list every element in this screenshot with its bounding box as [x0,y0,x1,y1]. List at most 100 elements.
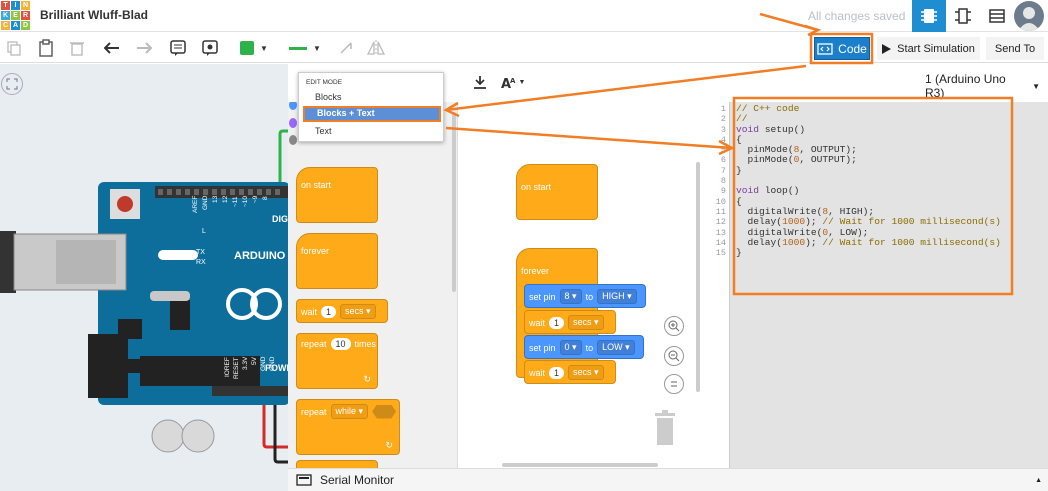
workspace-on-start-block[interactable]: on start [516,164,598,220]
category-dot-blue[interactable] [289,102,297,110]
download-icon [474,76,486,89]
serial-monitor-label: Serial Monitor [320,473,395,487]
workspace-set-pin-block-2[interactable]: set pin 0 ▾ to LOW ▾ [524,335,644,359]
fill-color-swatch [240,41,255,55]
line-number: 14 [715,237,726,248]
edit-mode-blocks[interactable]: Blocks [303,90,441,104]
list-icon [989,9,1005,23]
line-number-gutter: 1 2 3 4 5 6 7 8 9 10 11 12 13 14 15 [704,102,730,468]
copy-button[interactable] [4,36,24,60]
rotate-button[interactable] [336,36,356,60]
set-pin-1-pin: 8 [564,291,570,301]
board-brand-label: ARDUINO [234,250,286,262]
logo-letter: T [1,1,10,10]
download-code-button[interactable] [470,72,490,92]
set-pin-2-value-dropdown[interactable]: LOW ▾ [597,340,635,355]
set-pin-1-row: set pin 8 ▾ to HIGH ▾ [529,289,637,304]
circuit-canvas[interactable]: ARDUINO DIG POWE TX RX L AREF GND 13 12 ~11 ~… [0,64,293,491]
wire-color-picker[interactable]: ▼ [285,36,325,60]
wait-unit-dropdown[interactable]: secs ▾ [340,304,376,319]
edit-mode-header: EDIT MODE [306,79,342,86]
wait-2-row: wait 1 secs ▾ [529,365,604,380]
circuit-view-button[interactable] [912,0,946,32]
code-button[interactable]: Code [814,37,870,60]
workspace-set-pin-block-1[interactable]: set pin 8 ▾ to HIGH ▾ [524,284,646,308]
zoom-out-button[interactable] [664,346,684,366]
toggle-notes-button[interactable] [199,36,221,60]
logo-letter: I [11,1,20,10]
set-pin-2-pin-dropdown[interactable]: 0 ▾ [559,340,582,355]
notes-button[interactable] [167,36,189,60]
ws-forever-label: forever [521,266,550,276]
loop-arrow-icon: ↻ [385,440,393,450]
serial-monitor-bar[interactable]: Serial Monitor ▲ [288,468,1048,491]
code-content[interactable]: // C++ code//void setup(){ pinMode(8, OU… [736,103,1001,258]
power-pin-label: 5V [251,357,258,365]
save-status: All changes saved [808,9,906,23]
palette-forever-block[interactable]: forever [296,233,378,289]
start-simulation-button[interactable]: Start Simulation [877,37,980,60]
tinkercad-logo[interactable]: TIN KER CAD [0,0,30,30]
send-to-button[interactable]: Send To [986,37,1044,60]
set-pin-1-to-label: to [585,291,594,302]
wait-2-unit-dropdown[interactable]: secs ▾ [568,365,604,380]
workspace-wait-block-1[interactable]: wait 1 secs ▾ [524,310,616,334]
set-pin-1-value: HIGH [602,291,625,301]
project-title[interactable]: Brilliant Wluff-Blad [40,8,148,22]
workspace-wait-block-2[interactable]: wait 1 secs ▾ [524,360,616,384]
schematic-view-button[interactable] [946,0,980,32]
delete-button[interactable] [67,36,87,60]
trash-can[interactable] [654,410,676,446]
workspace-v-scrollbar[interactable] [696,162,700,392]
power-pin-label: IOREF [224,357,231,377]
fill-color-picker[interactable]: ▼ [235,36,273,60]
palette-wait-block[interactable]: wait 1 secs ▾ [296,299,388,323]
palette-on-start-block[interactable]: on start [296,167,378,223]
palette-repeat-block[interactable]: repeat 10 times ↻ [296,333,378,389]
palette-scrollbar[interactable] [452,112,456,292]
paste-button[interactable] [36,36,56,60]
workspace-h-scrollbar[interactable] [502,463,658,467]
palette-repeat-while-block[interactable]: repeat while ▾ ↻ [296,399,400,455]
wait-1-value-input[interactable]: 1 [549,316,565,329]
category-dot-purple[interactable] [289,118,297,128]
palette-partial-block[interactable] [296,460,378,468]
pin-label: ~9 [252,196,259,204]
set-pin-1-pin-dropdown[interactable]: 8 ▾ [559,289,582,304]
blocks-workspace[interactable]: on start forever set pin 8 ▾ to HIGH ▾ w… [460,102,700,468]
repeat-count-input[interactable]: 10 [330,338,351,350]
line-number: 1 [720,104,726,114]
wait-2-value-input[interactable]: 1 [549,366,565,379]
component-list-button[interactable] [980,0,1014,32]
trash-icon [655,410,675,445]
pin-label: 13 [212,196,219,204]
code-text-editor[interactable]: 1 2 3 4 5 6 7 8 9 10 11 12 13 14 15 // C++ code//void … [704,102,1048,468]
chip-icon [921,9,937,23]
zoom-in-button[interactable] [664,316,684,336]
forever-label: forever [301,246,330,256]
font-size-button[interactable]: AA ▼ [498,72,528,92]
arduino-board[interactable] [0,64,290,491]
logo-letter: N [21,1,30,10]
chevron-down-icon: ▼ [518,78,526,86]
zoom-reset-button[interactable] [664,374,684,394]
block-palette[interactable]: on start forever wait 1 secs ▾ repeat 10… [288,102,458,468]
wait-value-input[interactable]: 1 [321,305,337,318]
redo-button[interactable] [134,36,154,60]
rotate-icon [340,42,352,54]
board-select-dropdown[interactable]: 1 (Arduino Uno R3) ▼ [915,72,1040,100]
repeat-mode-dropdown[interactable]: while ▾ [330,404,369,419]
flip-button[interactable] [366,36,386,60]
condition-slot[interactable] [372,404,397,419]
wait-block-row: wait 1 secs ▾ [301,304,376,319]
user-avatar[interactable] [1014,1,1044,31]
wait-1-unit-dropdown[interactable]: secs ▾ [568,315,604,330]
power-pin-labels: IOREF RESET 3.3V 5V GND GND [224,357,277,387]
category-dot-gray[interactable] [289,135,297,145]
undo-button[interactable] [102,36,122,60]
logo-letter: R [21,11,30,20]
chevron-up-icon[interactable]: ▲ [1035,477,1042,484]
set-pin-1-value-dropdown[interactable]: HIGH ▾ [597,289,637,304]
edit-mode-blocks-text[interactable]: Blocks + Text [303,106,441,122]
edit-mode-text[interactable]: Text [303,124,441,138]
